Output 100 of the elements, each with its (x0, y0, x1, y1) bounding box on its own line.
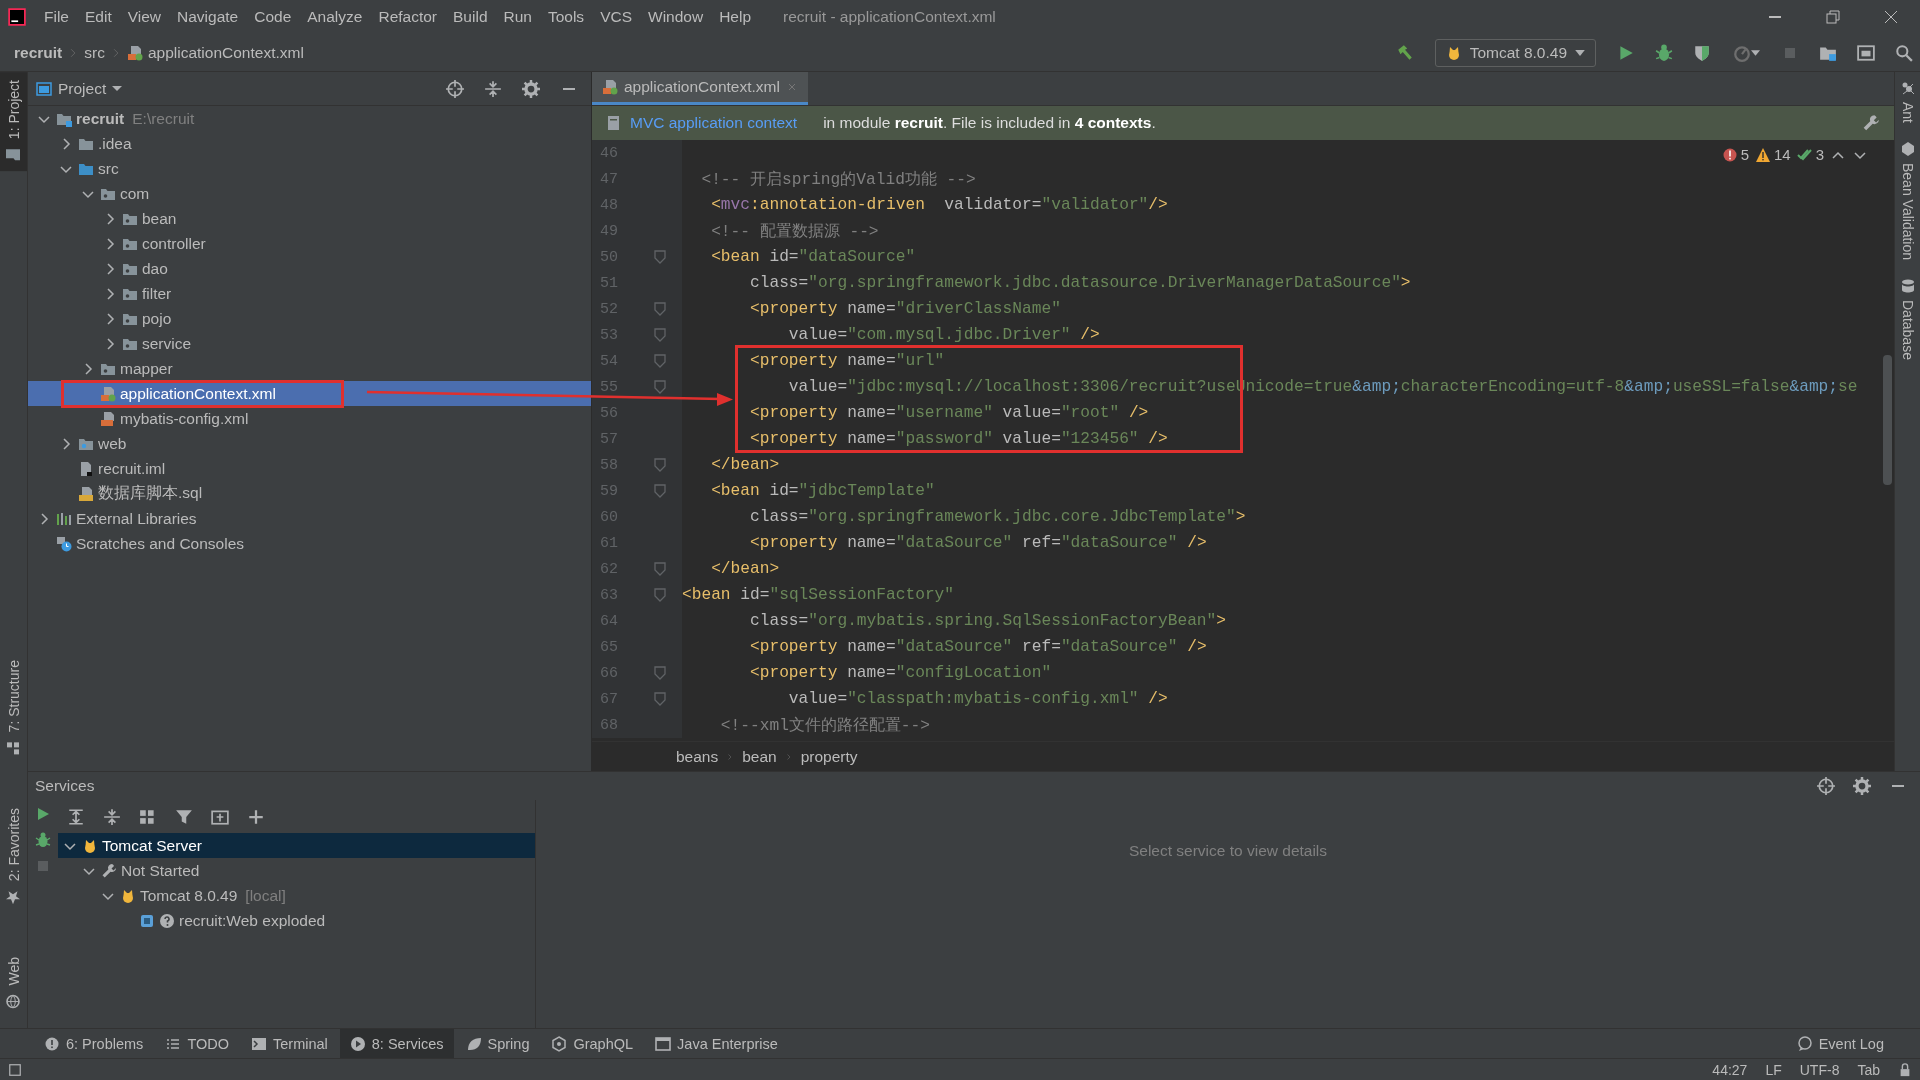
minimize-icon (1768, 16, 1782, 18)
menu-item[interactable]: Analyze (299, 2, 371, 32)
breadcrumb-item[interactable]: bean (742, 747, 777, 766)
passed-count[interactable]: 3 (1796, 146, 1824, 163)
breadcrumb-item[interactable]: src (84, 43, 105, 62)
tool-window-button[interactable]: TODO (155, 1029, 239, 1058)
shield-icon (1693, 43, 1711, 62)
menu-item[interactable]: VCS (592, 2, 640, 32)
tree-item[interactable]: Scratches and Consoles (28, 531, 591, 556)
library-icon (56, 510, 72, 527)
tree-item[interactable]: Tomcat Server (58, 833, 535, 858)
filter-icon (175, 807, 193, 826)
close-icon (1883, 9, 1899, 25)
debug-button[interactable] (35, 832, 51, 848)
breadcrumb-item[interactable]: recruit (14, 43, 63, 62)
menu-item[interactable]: Tools (539, 2, 593, 32)
tool-window-tab[interactable]: Database (1895, 278, 1920, 360)
tool-window-button[interactable]: 8: Services (339, 1029, 454, 1058)
event-log-button[interactable]: Event Log (1786, 1029, 1894, 1058)
tree-item[interactable]: recruit E:\recruit (28, 106, 591, 131)
code-line: <property name="driverClassName" (749, 300, 1061, 318)
info-icon (44, 1035, 60, 1052)
minimize-icon (1891, 785, 1905, 787)
status-item[interactable]: 44:27 (1712, 1061, 1748, 1078)
breadcrumb-item[interactable]: beans (676, 747, 719, 766)
tool-window-button[interactable]: GraphQL (541, 1029, 644, 1058)
warning-count[interactable]: 14 (1754, 146, 1791, 163)
tree-item[interactable]: pojo (28, 306, 591, 331)
menu-item[interactable]: Help (711, 2, 760, 32)
panel-toggle-icon[interactable] (8, 1062, 22, 1077)
editor-tab[interactable]: applicationContext.xml (592, 72, 808, 105)
code-line: </bean> (710, 456, 780, 474)
menu-item[interactable]: Run (495, 2, 540, 32)
code-line: <property name="dataSource" ref="dataSource" /> (749, 638, 1207, 656)
code-line: <property name="configLocation" (749, 664, 1052, 682)
tool-window-tab[interactable]: 1: Project (0, 72, 27, 172)
tool-window-tab[interactable]: Ant (1895, 80, 1920, 123)
tree-item[interactable]: controller (28, 231, 591, 256)
tree-item[interactable]: External Libraries (28, 506, 591, 531)
warning-icon (1754, 146, 1771, 163)
menu-item[interactable]: File (36, 2, 77, 32)
lock-icon[interactable] (1898, 1062, 1912, 1077)
cat-icon (120, 887, 136, 904)
code-line: </bean> (710, 560, 780, 578)
tree-item[interactable]: dao (28, 256, 591, 281)
menu-item[interactable]: Refactor (370, 2, 446, 32)
view-selector[interactable]: Project (36, 79, 123, 98)
collapse-icon (484, 79, 502, 98)
tool-window-tab[interactable]: Web (0, 949, 27, 1018)
xml-file-icon (100, 385, 116, 402)
tool-window-button[interactable]: 6: Problems (34, 1029, 154, 1058)
code-line: <bean id="dataSource" (710, 248, 916, 266)
tree-item[interactable]: com (28, 181, 591, 206)
tree-item[interactable]: src (28, 156, 591, 181)
menu-item[interactable]: View (119, 2, 170, 32)
tool-window-button[interactable]: Java Enterprise (645, 1029, 788, 1058)
status-item[interactable]: Tab (1857, 1061, 1880, 1078)
tree-item[interactable]: recruit.iml (28, 456, 591, 481)
status-item[interactable]: UTF-8 (1799, 1061, 1840, 1078)
run-button[interactable] (35, 806, 51, 822)
tree-item[interactable]: bean (28, 206, 591, 231)
wrench-icon[interactable] (1862, 114, 1880, 132)
tree-item[interactable]: Tomcat 8.0.49 [local] (58, 883, 535, 908)
tree-item[interactable]: Not Started (58, 858, 535, 883)
tree-item[interactable]: service (28, 331, 591, 356)
tree-item[interactable]: recruit:Web exploded (58, 908, 535, 933)
breadcrumb-item[interactable]: applicationContext.xml (126, 43, 304, 62)
caret-icon (1750, 49, 1760, 56)
terminal-icon (251, 1035, 267, 1052)
tool-window-tab[interactable]: 2: Favorites (0, 800, 27, 914)
breadcrumb-item[interactable]: property (800, 747, 858, 766)
tree-item[interactable]: mybatis-config.xml (28, 406, 591, 431)
menu-item[interactable]: Edit (77, 2, 120, 32)
tool-window-tab[interactable]: 7: Structure (0, 651, 27, 765)
tool-window-tab[interactable]: Bean Validation (1895, 141, 1920, 261)
tree-item[interactable]: web (28, 431, 591, 456)
tool-window-button[interactable]: Terminal (241, 1029, 338, 1058)
globe-icon (5, 994, 22, 1010)
status-item[interactable]: LF (1765, 1061, 1782, 1078)
code-line: value="com.mysql.jdbc.Driver" /> (787, 326, 1100, 344)
menu-item[interactable]: Build (445, 2, 496, 32)
tree-item[interactable]: .idea (28, 131, 591, 156)
sql-file-icon (78, 485, 94, 502)
window-icon (655, 1035, 672, 1052)
stop-icon (35, 858, 51, 874)
settings-icon (1853, 777, 1871, 795)
error-count[interactable]: 5 (1721, 146, 1749, 163)
menu-item[interactable]: Window (640, 2, 712, 32)
run-icon (1617, 43, 1635, 62)
play-icon (349, 1035, 366, 1052)
code-line: class="org.springframework.jdbc.core.JdbcTemplate"> (749, 508, 1246, 526)
structure-icon (5, 740, 22, 757)
menu-item[interactable]: Navigate (169, 2, 247, 32)
tool-window-button[interactable]: Spring (455, 1029, 540, 1058)
tree-item[interactable]: 数据库脚本.sql (28, 481, 591, 506)
menu-item[interactable]: Code (246, 2, 300, 32)
tree-item[interactable]: mapper (28, 356, 591, 381)
tree-item[interactable]: filter (28, 281, 591, 306)
scrollbar-thumb[interactable] (1883, 355, 1892, 485)
run-configuration-dropdown[interactable]: Tomcat 8.0.49 (1434, 38, 1596, 67)
